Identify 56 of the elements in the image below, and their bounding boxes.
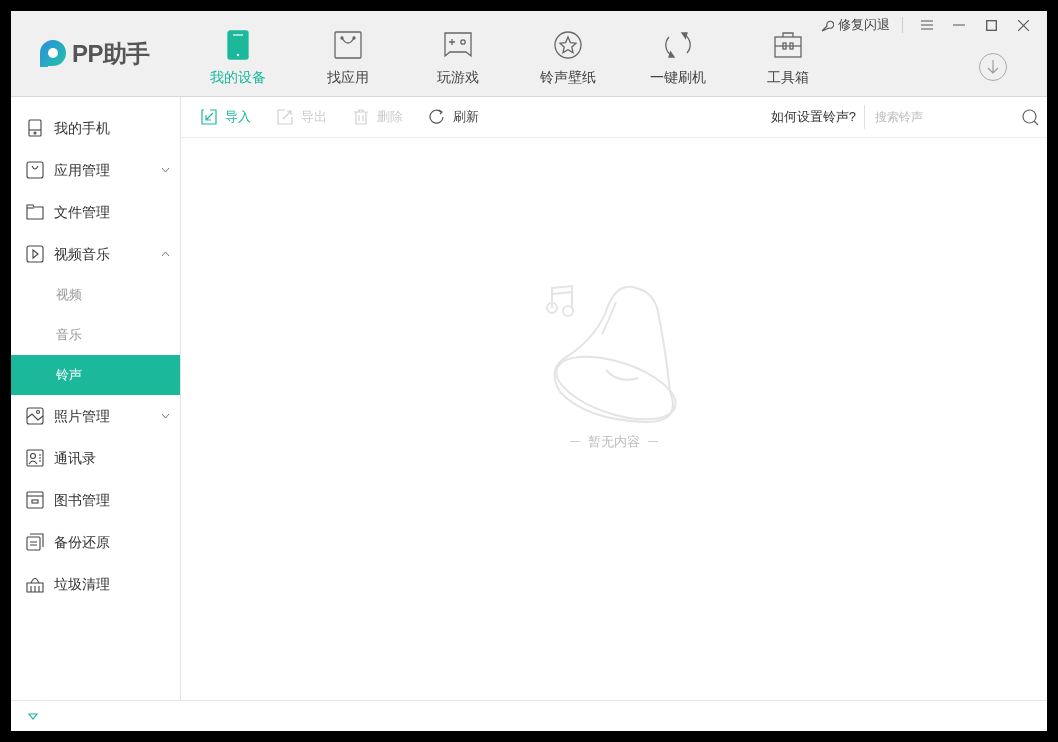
refresh-icon — [663, 30, 693, 60]
empty-state-message: 暂无内容 — [588, 433, 640, 451]
play-icon — [26, 245, 44, 263]
minimize-icon — [953, 24, 965, 26]
triangle-down-icon[interactable] — [28, 712, 38, 720]
sidebar-item[interactable]: 照片管理 — [11, 395, 180, 437]
document-icon — [26, 533, 44, 551]
toolbar-button[interactable]: 刷新 — [429, 103, 479, 131]
chevron-up-icon[interactable] — [161, 251, 170, 257]
chevron-down-icon[interactable] — [161, 413, 170, 419]
sidebar-item-label: 应用管理 — [54, 160, 111, 180]
import-icon — [201, 109, 217, 125]
book-icon — [26, 491, 44, 509]
sidebar-item-label: 垃圾清理 — [54, 574, 111, 594]
nav-tab[interactable]: 玩游戏 — [403, 11, 513, 97]
contact-icon — [26, 449, 44, 467]
download-arrow-icon — [987, 60, 999, 74]
help-link[interactable]: 如何设置铃声? — [770, 107, 864, 127]
sidebar-item[interactable]: 图书管理 — [11, 479, 180, 521]
nav-tab[interactable]: 铃声壁纸 — [513, 11, 623, 97]
app-logo-text: PP助手 — [72, 38, 150, 69]
close-icon — [1017, 19, 1029, 31]
bag-icon — [333, 30, 363, 60]
picture-icon — [26, 407, 44, 425]
menu-icon — [921, 20, 933, 30]
sidebar-item[interactable]: 垃圾清理 — [11, 563, 180, 605]
export-icon — [277, 109, 293, 125]
sidebar-item-label: 我的手机 — [54, 118, 111, 138]
sidebar-item-label: 通讯录 — [54, 448, 97, 468]
sidebar-item[interactable]: 我的手机 — [11, 107, 180, 149]
phone-icon — [26, 119, 44, 137]
maximize-icon — [985, 19, 997, 31]
search-icon[interactable] — [1022, 108, 1039, 126]
sidebar-item-label: 图书管理 — [54, 490, 111, 510]
bag-icon — [26, 161, 44, 179]
logo-icon — [38, 38, 68, 69]
sidebar-item-label: 视频音乐 — [54, 244, 111, 264]
chevron-down-icon[interactable] — [161, 167, 170, 173]
repair-crash-button[interactable]: 修复闪退 — [819, 15, 892, 35]
nav-tab[interactable]: 找应用 — [293, 11, 403, 97]
sidebar-item-label: 备份还原 — [54, 532, 111, 552]
sidebar-item[interactable]: 应用管理 — [11, 149, 180, 191]
folder-icon — [26, 203, 44, 221]
gamepad-icon — [443, 30, 473, 60]
sidebar-item-label: 文件管理 — [54, 202, 111, 222]
basket-icon — [26, 575, 44, 593]
sidebar-item[interactable]: 视频音乐 — [11, 233, 180, 275]
sidebar-item[interactable]: 通讯录 — [11, 437, 180, 479]
sidebar-item-label: 照片管理 — [54, 406, 111, 426]
nav-tab[interactable]: 一键刷机 — [623, 11, 733, 97]
sidebar-item[interactable]: 备份还原 — [11, 521, 180, 563]
refresh-icon — [429, 109, 445, 125]
sidebar-item[interactable]: 文件管理 — [11, 191, 180, 233]
toolbox-icon — [773, 30, 803, 60]
trash-icon — [353, 109, 369, 125]
search-field[interactable]: 搜索铃声 — [875, 108, 1022, 126]
